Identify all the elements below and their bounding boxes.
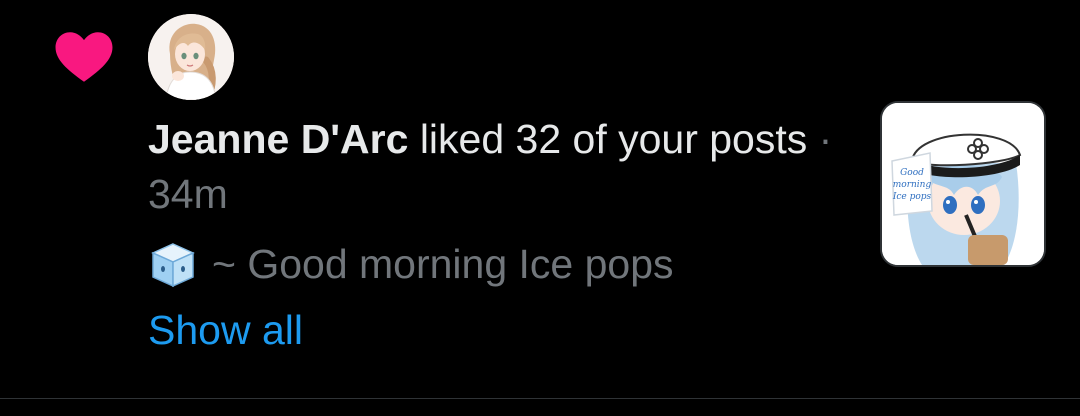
show-all-link[interactable]: Show all [148,303,303,358]
thumbnail-caption-2: morning [893,180,932,190]
thumbnail-illustration: Good morning Ice pops [882,103,1044,265]
notification-message: Jeanne D'Arc liked 32 of your posts · 34… [148,112,848,222]
thumbnail-caption-3: Ice pops [892,192,932,202]
avatar-illustration [148,14,234,100]
preview-text: ~ Good morning Ice pops [212,241,674,287]
actor-name[interactable]: Jeanne D'Arc [148,116,408,162]
timestamp: 34m [148,171,228,217]
ice-cube-icon [151,242,195,287]
post-preview[interactable]: ~ Good morning Ice pops [148,237,674,292]
avatar[interactable] [148,14,234,100]
heart-icon [55,32,113,82]
thumbnail-caption-1: Good [900,168,924,178]
action-text: liked 32 of your posts [408,116,808,162]
like-notification[interactable]: Jeanne D'Arc liked 32 of your posts · 34… [0,0,1080,398]
post-thumbnail[interactable]: Good morning Ice pops [880,101,1046,267]
divider [0,398,1080,399]
separator-dot: · [807,116,833,162]
